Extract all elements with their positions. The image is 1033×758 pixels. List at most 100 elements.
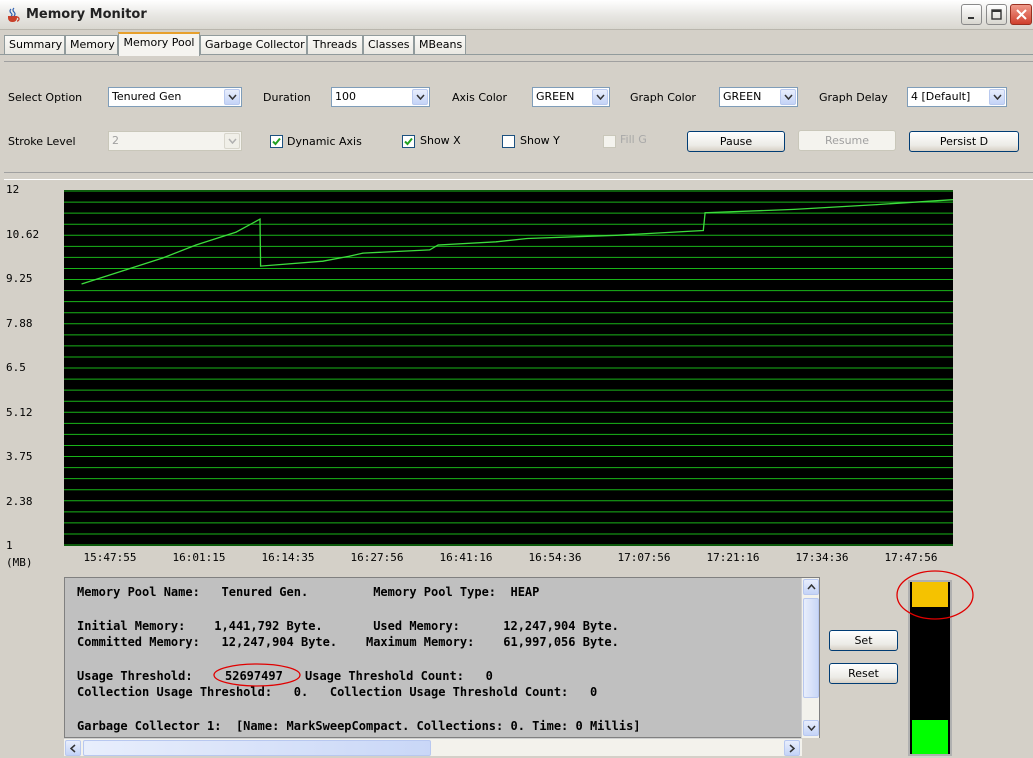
maximize-button[interactable] [986,4,1007,25]
info-threshold-label: Usage Threshold: [77,669,193,683]
stroke-level-combo[interactable]: 2 [108,131,242,151]
tab-threads[interactable]: Threads [307,35,363,55]
x-tick-label: 16:27:56 [350,551,404,564]
data-point [526,237,528,240]
data-point [429,249,431,251]
horizontal-scrollbar[interactable] [64,738,802,756]
axis-color-combo[interactable]: GREEN [532,87,610,107]
x-tick-label: 17:47:56 [884,551,938,564]
scroll-up-button[interactable] [803,579,819,595]
duration-combo[interactable]: 100 [331,87,430,107]
separator [4,61,1033,62]
info-gc-line: Garbage Collector 1: [Name: MarkSweepCom… [77,719,641,733]
series-line [81,199,954,285]
info-committed-line: Committed Memory: 12,247,904 Byte. Maxim… [77,635,619,649]
select-option-combo[interactable]: Tenured Gen [108,87,242,107]
y-tick-label: 2.38 [6,494,33,508]
x-tick-label: 16:54:36 [528,551,582,564]
x-tick-label: 16:41:16 [439,551,493,564]
data-point [162,257,164,259]
scroll-down-button[interactable] [803,720,819,736]
chevron-up-icon [806,584,816,590]
tab-memory-pool[interactable]: Memory Pool [118,32,200,56]
graph-delay-label: Graph Delay [819,91,888,104]
chevron-down-icon[interactable] [224,89,240,105]
chevron-down-icon[interactable] [224,133,240,149]
y-tick-label: 3.75 [6,450,33,463]
scroll-thumb[interactable] [803,598,819,698]
persist-button[interactable]: Persist D [909,131,1019,152]
gauge-highlight-ellipse [896,570,974,620]
scroll-left-button[interactable] [65,740,81,756]
data-point [615,234,617,236]
fill-g-label: Fill G [620,133,647,146]
checkmark-icon [404,137,413,146]
close-icon [1015,9,1027,20]
tab-garbage-collector[interactable]: Garbage Collector [200,35,307,55]
resume-button[interactable]: Resume [798,130,896,151]
select-option-value: Tenured Gen [112,90,182,103]
memory-pool-info-panel: Memory Pool Name: Tenured Gen. Memory Po… [64,577,820,738]
y-tick-label: 5.12 [6,405,33,419]
axis-color-label: Axis Color [452,91,508,104]
close-button[interactable] [1010,4,1032,25]
graph-color-label: Graph Color [630,91,696,104]
data-point [81,283,83,285]
dynamic-axis-checkbox[interactable] [270,135,283,148]
y-tick-label: 12 [6,183,20,196]
x-tick-label: 16:14:35 [261,551,315,564]
info-collection-line: Collection Usage Threshold: 0. Collectio… [77,685,598,699]
maximize-icon [991,9,1002,20]
data-point [322,260,324,262]
graph-delay-combo[interactable]: 4 [Default] [907,87,1007,107]
memory-usage-chart [64,190,954,546]
fill-g-checkbox[interactable] [603,135,616,148]
tab-classes[interactable]: Classes [363,35,414,55]
x-tick-label: 16:01:15 [172,551,226,564]
title-bar: Memory Monitor [0,0,1033,30]
data-point [195,244,197,246]
graph-color-combo[interactable]: GREEN [719,87,798,107]
data-point [122,270,124,272]
x-axis: 15:47:55 16:01:15 ^ 16:14:35 ^ 16:27:56 ^ 16:41… [0,0,1033,565]
info-pool-line: Memory Pool Name: Tenured Gen. Memory Po… [77,585,540,599]
scroll-right-button[interactable] [784,740,800,756]
tab-strip: Summary Memory Memory Pool Garbage Colle… [0,30,1033,56]
chevron-left-icon [70,743,76,753]
set-threshold-button[interactable]: Set [829,630,898,651]
data-point [702,229,704,232]
scroll-thumb[interactable] [83,740,431,756]
chevron-down-icon[interactable] [592,89,608,105]
tab-memory[interactable]: Memory [65,35,118,55]
info-initial-line: Initial Memory: 1,441,792 Byte. Used Mem… [77,619,619,633]
data-point [495,241,498,243]
separator [4,172,1033,173]
minimize-button[interactable] [961,4,982,25]
y-tick-label: 6.5 [6,361,26,374]
chevron-down-icon[interactable] [780,89,796,105]
data-point [348,255,350,257]
data-point [259,218,261,220]
chevron-down-icon[interactable] [412,89,428,105]
data-point [793,208,795,211]
clipped-text-line [77,577,297,578]
data-point [362,252,364,254]
tab-mbeans[interactable]: MBeans [414,35,466,55]
duration-label: Duration [263,91,311,104]
show-y-checkbox[interactable] [502,135,515,148]
show-x-checkbox[interactable] [402,135,415,148]
data-point [437,244,439,246]
y-axis-unit: (MB) [6,556,33,569]
graph-delay-value: 4 [Default] [911,90,971,103]
dynamic-axis-label: Dynamic Axis [287,135,362,148]
reset-threshold-button[interactable]: Reset [829,663,898,684]
chart-plot [64,190,954,546]
y-axis: 12 10.62 9.25 7.88 6.5 5.12 3.75 2.38 1 [0,0,60,758]
chevron-down-icon[interactable] [989,89,1005,105]
show-y-label: Show Y [520,134,560,147]
vertical-scrollbar[interactable] [801,578,819,738]
pause-button[interactable]: Pause [687,131,785,152]
x-tick-label: 15:47:55 [83,551,137,564]
data-point [259,265,262,267]
graph-color-value: GREEN [723,90,762,103]
